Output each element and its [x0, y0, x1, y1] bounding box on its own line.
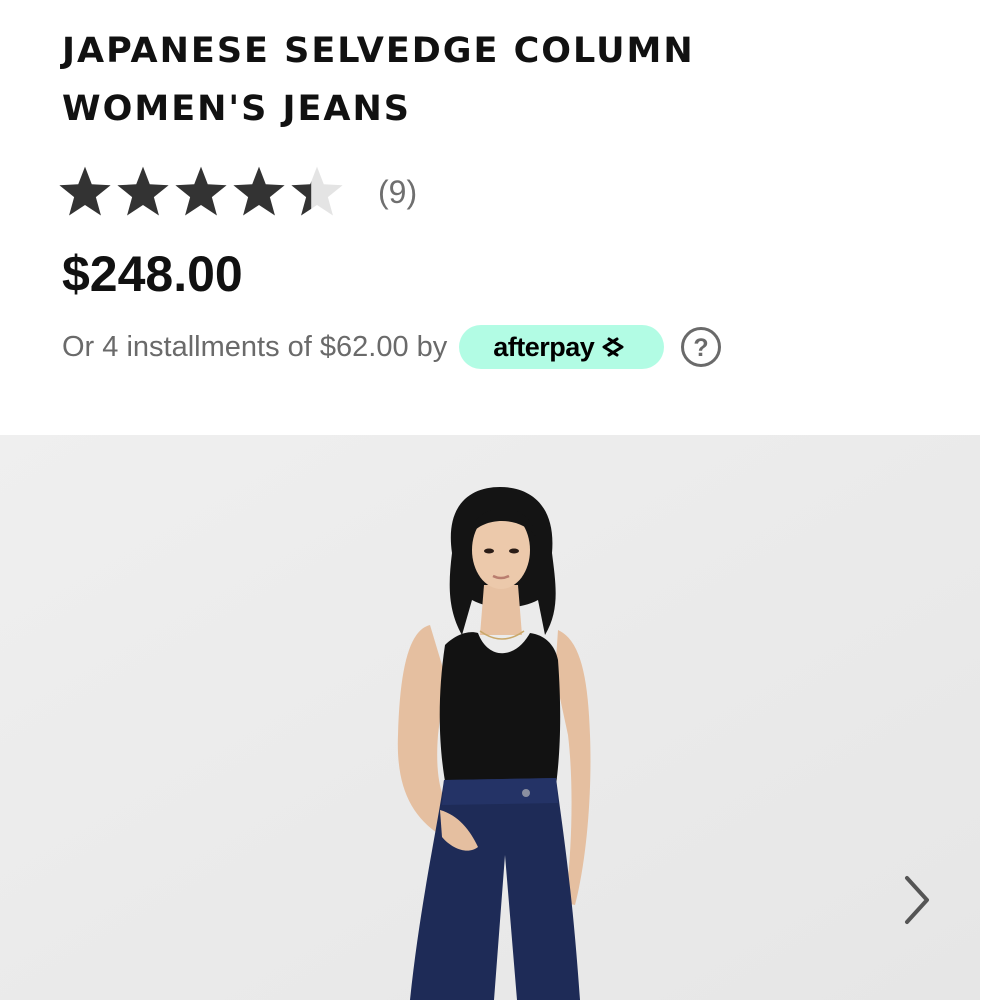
product-image-gallery[interactable]	[0, 435, 980, 1000]
star-icon	[175, 166, 227, 216]
product-photo	[0, 435, 980, 1000]
product-price: $248.00	[62, 246, 243, 302]
star-icon	[117, 166, 169, 216]
installments-row: Or 4 installments of $62.00 by afterpay …	[62, 322, 722, 372]
installments-text: Or 4 installments of $62.00 by	[62, 330, 448, 363]
star-icon	[233, 166, 285, 216]
afterpay-badge[interactable]: afterpay	[459, 325, 665, 369]
rating-row[interactable]: (9)	[56, 160, 417, 224]
product-page: JAPANESE SELVEDGE COLUMN WOMEN'S JEANS (…	[0, 0, 1000, 1000]
question-circle-icon[interactable]: ?	[680, 326, 722, 368]
review-count-link[interactable]: (9)	[378, 174, 417, 211]
svg-text:?: ?	[694, 334, 709, 362]
product-title: JAPANESE SELVEDGE COLUMN WOMEN'S JEANS	[62, 31, 695, 129]
afterpay-arrows-icon	[602, 337, 624, 357]
afterpay-logo-text: afterpay	[493, 331, 595, 362]
partial-star-icon	[291, 166, 343, 216]
chevron-right-icon[interactable]	[895, 872, 939, 928]
star-icon	[59, 166, 111, 216]
